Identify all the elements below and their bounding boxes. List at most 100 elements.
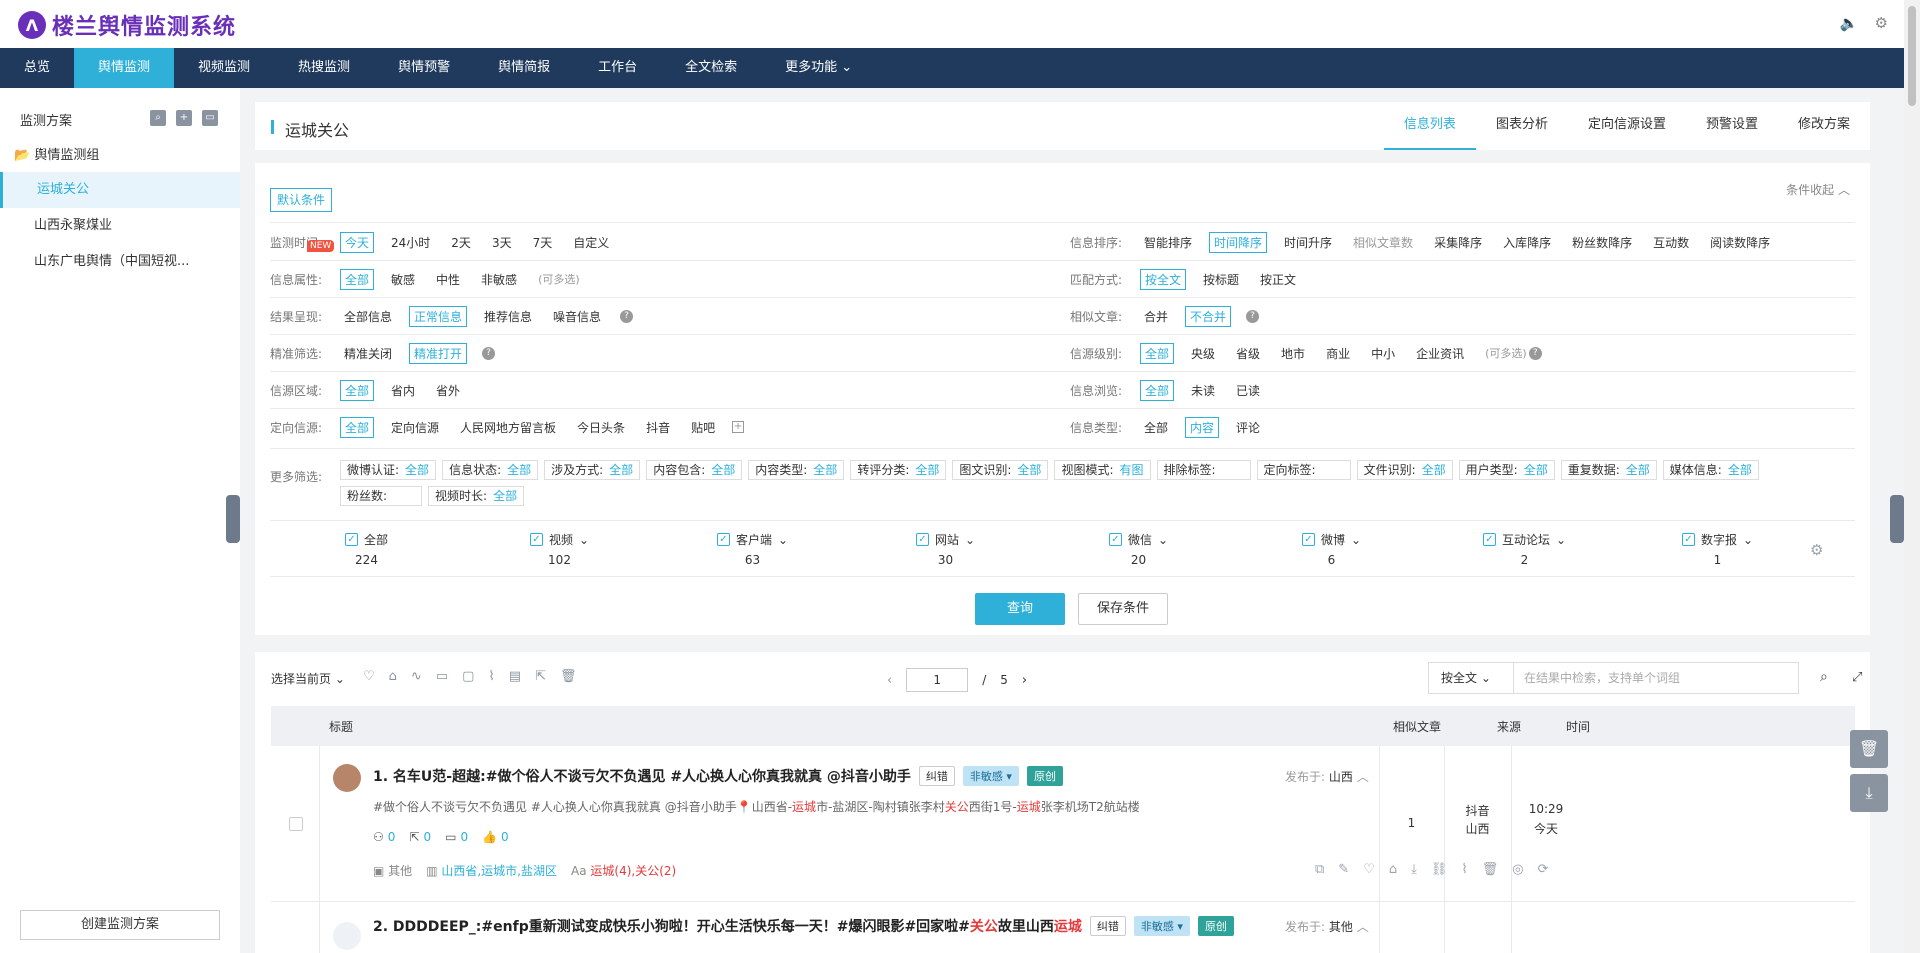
heart-icon[interactable]: ♡ [1363,862,1375,877]
row-region[interactable]: 山西省,运城市,盐湖区 [441,864,557,878]
similar-option-merge[interactable]: 合并 [1140,307,1172,326]
edit-icon[interactable]: ✎ [1338,862,1349,877]
source-option-tieba[interactable]: 贴吧 [687,418,719,437]
right-panel-handle[interactable] [1890,495,1904,543]
prev-page-icon[interactable]: ‹ [887,673,892,688]
match-option-body[interactable]: 按正文 [1256,270,1300,289]
checkbox-icon[interactable]: ✓ [344,533,358,546]
nav-item-more[interactable]: 更多功能 ⌄ [761,48,876,88]
help-icon[interactable]: ? [620,309,634,323]
sentiment-badge[interactable]: 非敏感 ▾ [1133,916,1190,936]
level-option-small[interactable]: 中小 [1367,344,1399,363]
chip-duplicate-data[interactable]: 重复数据: 全部 [1560,460,1657,480]
create-plan-button[interactable]: 创建监测方案 [20,910,220,940]
level-option-enterprise[interactable]: 企业资讯 [1412,344,1468,363]
category-all[interactable]: ✓ 全部 224 [270,531,463,576]
level-option-commercial[interactable]: 商业 [1322,344,1354,363]
sort-option-interactions[interactable]: 互动数 [1649,233,1693,252]
add-icon[interactable]: + [176,110,192,126]
sort-option-similar[interactable]: 相似文章数 [1349,233,1417,252]
category-client[interactable]: ✓ 客户端 ⌄ 63 [656,531,849,576]
next-page-icon[interactable]: › [1022,673,1027,688]
browse-option-read[interactable]: 已读 [1232,381,1264,400]
chip-exclude-tags[interactable]: 排除标签: [1156,460,1251,480]
track-icon[interactable]: ◎ [1512,862,1523,877]
chevron-down-icon[interactable]: ⌄ [1743,533,1753,547]
similar-count[interactable]: 1 [1379,816,1444,830]
sentiment-badge[interactable]: 非敏感 ▾ [962,766,1019,786]
nav-item-brief[interactable]: 舆情简报 [474,48,574,88]
source-option-toutiao[interactable]: 今日头条 [573,418,629,437]
tab-info-list[interactable]: 信息列表 [1383,102,1476,150]
category-weibo[interactable]: ✓ 微博 ⌄ 6 [1235,531,1428,576]
chip-view-mode[interactable]: 视图模式: 有图 [1054,460,1151,480]
search-mode-select[interactable]: 按全文 ⌄ [1428,662,1514,694]
chevron-up-icon[interactable]: ︿ [1357,770,1369,784]
report-icon[interactable]: ▤ [509,669,521,684]
nav-item-workbench[interactable]: 工作台 [574,48,661,88]
correct-button[interactable]: 纠错 [918,766,955,786]
chevron-down-icon[interactable]: ⌄ [1556,533,1566,547]
sidebar-collapse-handle[interactable] [226,495,240,543]
page-input[interactable]: 1 [906,668,969,692]
chevron-down-icon[interactable]: ⌄ [579,533,589,547]
delete-icon[interactable]: 🗑 [1482,862,1499,877]
wave-icon[interactable]: ⌇ [488,669,494,684]
time-option-24h[interactable]: 24小时 [387,233,434,252]
source-option-douyin[interactable]: 抖音 [642,418,674,437]
sidebar-item-shanxi-coal[interactable]: 山西永聚煤业 [0,208,240,244]
help-icon[interactable]: ? [1246,309,1260,323]
chip-media-info[interactable]: 媒体信息: 全部 [1662,460,1759,480]
checkbox-icon[interactable]: ✓ [1681,533,1695,546]
type-option-all[interactable]: 全部 [1140,418,1172,437]
link-icon[interactable]: ⛓ [1431,862,1448,877]
chip-weibo-verified[interactable]: 微博认证: 全部 [340,460,437,480]
download-float-button[interactable]: ⤓ [1850,774,1888,812]
table-row[interactable]: 1. 名车U范-超越:#做个俗人不谈亏欠不负遇见 #人心换人心你真我就真 @抖音… [271,746,1855,902]
tag-icon[interactable]: ⌂ [1389,862,1397,877]
search-icon[interactable]: ⌕ [150,110,166,126]
attr-option-neutral[interactable]: 中性 [432,270,464,289]
heart-icon[interactable]: ♡ [363,669,375,684]
tab-chart-analysis[interactable]: 图表分析 [1476,102,1568,150]
row-title-link[interactable]: 2. DDDDEEP_:#enfp重新测试变成快乐小狗啦！开心生活快乐每一天！#… [373,916,1082,936]
sort-option-time-desc[interactable]: 时间降序 [1209,231,1268,253]
sidebar-item-shandong-tv[interactable]: 山东广电舆情（中国短视... [0,244,240,280]
checkbox-icon[interactable]: ✓ [1108,533,1122,546]
time-option-3d[interactable]: 3天 [488,233,516,252]
browse-option-all[interactable]: 全部 [1140,379,1175,401]
wave-icon[interactable]: ⌇ [1461,862,1467,877]
page-scrollbar[interactable] [1904,0,1920,953]
checkbox-icon[interactable]: ✓ [716,533,730,546]
precise-option-off[interactable]: 精准关闭 [340,344,396,363]
chip-video-duration[interactable]: 视频时长: 全部 [428,486,525,506]
region-option-all[interactable]: 全部 [340,379,375,401]
attr-option-sensitive[interactable]: 敏感 [387,270,419,289]
chevron-down-icon[interactable]: ⌄ [778,533,788,547]
chip-info-status[interactable]: 信息状态: 全部 [442,460,539,480]
tab-warning-settings[interactable]: 预警设置 [1686,102,1778,150]
nav-item-overview[interactable]: 总览 [0,48,74,88]
category-forum[interactable]: ✓ 互动论坛 ⌄ 2 [1428,531,1621,576]
time-option-2d[interactable]: 2天 [447,233,475,252]
folder-icon[interactable]: ▭ [202,110,218,126]
default-conditions-button[interactable]: 默认条件 [270,188,333,212]
nav-item-sentiment[interactable]: 舆情监测 [74,48,175,88]
type-option-comment[interactable]: 评论 [1232,418,1264,437]
avatar[interactable] [333,922,361,950]
nav-item-video[interactable]: 视频监测 [174,48,274,88]
gear-icon[interactable]: ⚙ [1810,541,1823,559]
result-option-all[interactable]: 全部信息 [340,307,396,326]
nav-item-hot-search[interactable]: 热搜监测 [274,48,374,88]
category-newspaper[interactable]: ✓ 数字报 ⌄ 1 [1621,531,1814,576]
chip-fans-count[interactable]: 粉丝数: [340,486,423,506]
tab-edit-plan[interactable]: 修改方案 [1778,102,1870,150]
nav-item-fulltext[interactable]: 全文检索 [661,48,761,88]
message-icon[interactable]: ▢ [462,669,474,684]
level-option-provincial[interactable]: 省级 [1232,344,1264,363]
trend-icon[interactable]: ∿ [411,669,422,684]
chip-user-type[interactable]: 用户类型: 全部 [1458,460,1555,480]
source-option-all[interactable]: 全部 [340,416,375,438]
share-icon[interactable]: ⇱ [535,669,546,684]
time-option-custom[interactable]: 自定义 [569,233,613,252]
